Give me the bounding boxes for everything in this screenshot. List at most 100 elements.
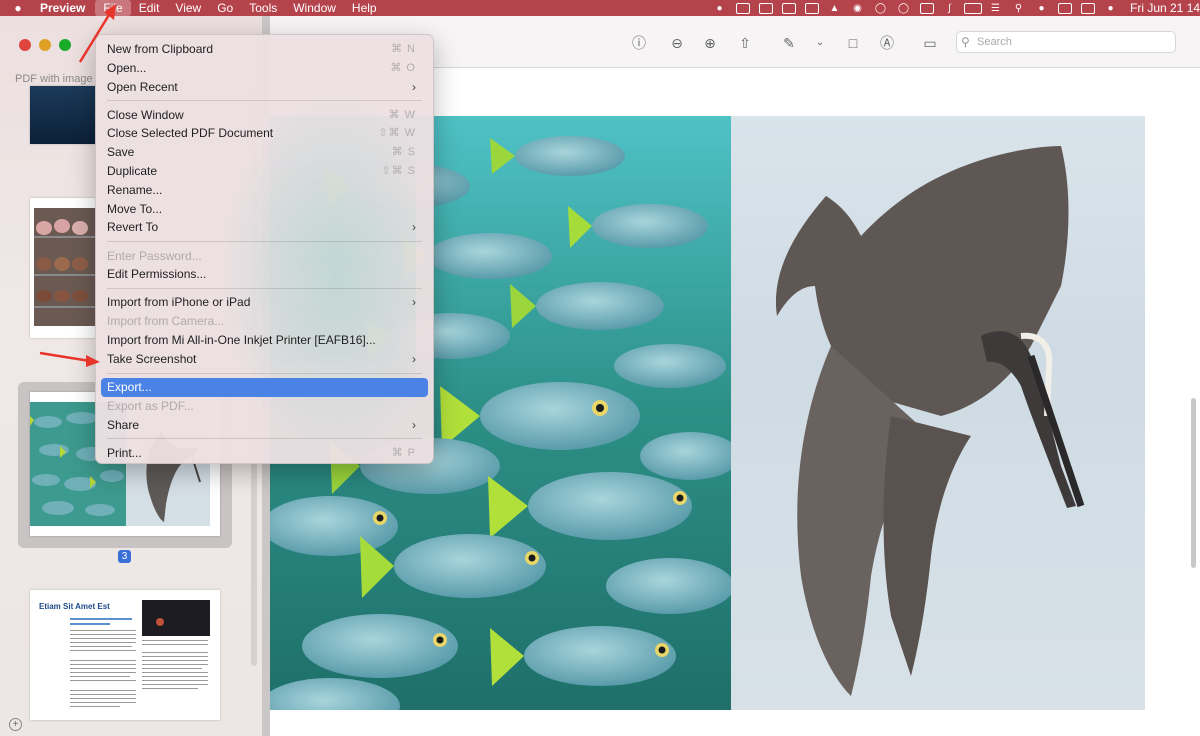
siri-status-icon[interactable]: ● — [1099, 0, 1122, 16]
annotation-arrow-export — [39, 351, 100, 367]
search-input[interactable]: ⚲ Search — [956, 31, 1176, 53]
form-fill-icon[interactable]: ▭ — [918, 34, 942, 52]
apple-menu-icon[interactable]: ● — [0, 1, 28, 15]
menu-separator — [101, 284, 428, 293]
spotlight-search-icon[interactable]: ⚲ — [1007, 0, 1030, 16]
menu-edit[interactable]: Edit — [131, 0, 168, 16]
menu-item-export-as-pdf: Export as PDF... — [101, 397, 428, 416]
zoom-out-icon[interactable]: ⊖ — [668, 34, 686, 52]
menu-item-import-from-iphone-or-ipad[interactable]: Import from iPhone or iPad › — [101, 293, 428, 312]
menu-window[interactable]: Window — [285, 0, 344, 16]
menu-item-close-selected-pdf-document[interactable]: Close Selected PDF Document ⇧⌘ W — [101, 124, 428, 143]
window-controls — [19, 39, 71, 51]
wechat-status-icon[interactable]: ◉ — [846, 0, 869, 16]
search-icon: ⚲ — [961, 35, 970, 49]
info-status-icon[interactable]: ◯ — [892, 0, 915, 16]
menu-item-open-recent[interactable]: Open Recent › — [101, 78, 428, 97]
text-input-status-icon[interactable] — [915, 0, 938, 16]
info-icon[interactable]: ⓘ — [630, 34, 648, 52]
menu-separator — [101, 96, 428, 105]
share-icon[interactable]: ⇧ — [736, 34, 754, 52]
menu-tools[interactable]: Tools — [241, 0, 285, 16]
rotate-icon[interactable]: □ — [844, 34, 862, 52]
menu-item-shortcut: ⌘ W — [388, 108, 416, 121]
menu-item-shortcut: ⌘ P — [391, 446, 416, 459]
menu-item-label: Duplicate — [107, 164, 158, 179]
calendar-status-icon[interactable] — [777, 0, 800, 16]
menu-item-move-to[interactable]: Move To... — [101, 200, 428, 219]
search-placeholder: Search — [977, 36, 1012, 48]
menu-view[interactable]: View — [167, 0, 209, 16]
menu-item-export[interactable]: Export... — [101, 377, 428, 397]
pinwheel-status-icon[interactable] — [754, 0, 777, 16]
menu-item-close-window[interactable]: Close Window ⌘ W — [101, 106, 428, 125]
image-status-icon[interactable] — [800, 0, 823, 16]
menu-item-new-from-clipboard[interactable]: New from Clipboard ⌘ N — [101, 40, 428, 59]
control-center-icon[interactable] — [1076, 0, 1099, 16]
page-thumbnail-1[interactable] — [30, 86, 96, 144]
wifi-status-icon[interactable]: ☰ — [984, 0, 1007, 16]
selected-page-number: 3 — [118, 550, 131, 563]
chevron-right-icon: › — [412, 351, 416, 366]
menu-item-rename[interactable]: Rename... — [101, 181, 428, 200]
menu-item-edit-permissions[interactable]: Edit Permissions... — [101, 265, 428, 284]
close-window-button[interactable] — [19, 39, 31, 51]
menu-go[interactable]: Go — [209, 0, 241, 16]
battery-status-icon[interactable] — [961, 0, 984, 16]
menu-item-label: Revert To — [107, 220, 159, 235]
annotate-icon[interactable]: Ⓐ — [878, 34, 896, 52]
menu-item-duplicate[interactable]: Duplicate ⇧⌘ S — [101, 162, 428, 181]
menu-item-shortcut: ⌘ O — [390, 61, 416, 74]
pdf-status-icon[interactable] — [1053, 0, 1076, 16]
menu-item-revert-to[interactable]: Revert To › — [101, 218, 428, 237]
menu-bar: ● Preview File Edit View Go Tools Window… — [0, 0, 1200, 16]
menu-item-shortcut: ⌘ S — [391, 146, 416, 159]
menu-item-shortcut: ⇧⌘ W — [378, 127, 416, 140]
menu-item-label: Print... — [107, 445, 142, 460]
markup-pen-icon[interactable]: ✎ — [780, 34, 798, 52]
menubar-clock[interactable]: Fri Jun 21 14: — [1122, 1, 1200, 15]
menu-item-label: Export as PDF... — [107, 398, 194, 413]
preview-window: PDF with image 3 Etiam Sit Amet Est + ⓘ … — [0, 4, 1200, 736]
menu-item-label: Open Recent — [107, 79, 178, 94]
menu-separator — [101, 434, 428, 443]
chevron-right-icon: › — [412, 79, 416, 94]
chevron-right-icon: › — [412, 295, 416, 310]
thumbnail-cupcakes-image — [34, 208, 96, 326]
document-scrollbar[interactable] — [1191, 398, 1196, 568]
page-thumbnail-4[interactable]: Etiam Sit Amet Est — [30, 590, 220, 720]
chat-status-icon[interactable]: ◯ — [869, 0, 892, 16]
menu-item-import-from-mi-all-in-one-inkjet-printer-eafb16[interactable]: Import from Mi All-in-One Inkjet Printer… — [101, 331, 428, 350]
page-thumbnail-2[interactable] — [30, 198, 96, 338]
bluetooth-status-icon[interactable]: ∫ — [938, 0, 961, 16]
add-page-icon[interactable]: + — [9, 718, 22, 731]
menu-item-label: Rename... — [107, 182, 163, 197]
zoom-in-icon[interactable]: ⊕ — [701, 34, 719, 52]
app-status-icon[interactable] — [731, 0, 754, 16]
thumbnail-text-lines — [70, 600, 210, 707]
globe-status-icon[interactable]: ● — [1030, 0, 1053, 16]
pelican-illustration — [775, 146, 1085, 696]
menu-item-share[interactable]: Share › — [101, 416, 428, 435]
minimize-window-button[interactable] — [39, 39, 51, 51]
menu-item-label: Export... — [107, 379, 152, 394]
menu-item-save[interactable]: Save ⌘ S — [101, 143, 428, 162]
menu-item-shortcut: ⌘ N — [391, 43, 416, 55]
menu-item-label: Take Screenshot — [107, 351, 197, 366]
menu-item-print[interactable]: Print... ⌘ P — [101, 444, 428, 463]
file-menu-dropdown: New from Clipboard ⌘ N Open... ⌘ O Open Rece… — [95, 34, 434, 464]
pelican-image — [731, 116, 1145, 710]
markup-chevron-down-icon[interactable]: ⌄ — [811, 34, 829, 52]
menu-item-import-from-camera: Import from Camera... — [101, 312, 428, 331]
menu-item-shortcut: ⇧⌘ S — [381, 165, 416, 178]
menu-item-label: Share — [107, 417, 140, 432]
penguin-status-icon[interactable]: ▲ — [823, 0, 846, 16]
chevron-right-icon: › — [412, 220, 416, 235]
menu-help[interactable]: Help — [344, 0, 385, 16]
menu-item-take-screenshot[interactable]: Take Screenshot › — [101, 350, 428, 369]
menu-item-label: Save — [107, 145, 135, 160]
bell-status-icon[interactable]: ● — [708, 0, 731, 16]
annotation-arrow-file-menu — [78, 4, 116, 63]
menu-item-open[interactable]: Open... ⌘ O — [101, 59, 428, 78]
menu-item-label: Import from Camera... — [107, 314, 225, 329]
